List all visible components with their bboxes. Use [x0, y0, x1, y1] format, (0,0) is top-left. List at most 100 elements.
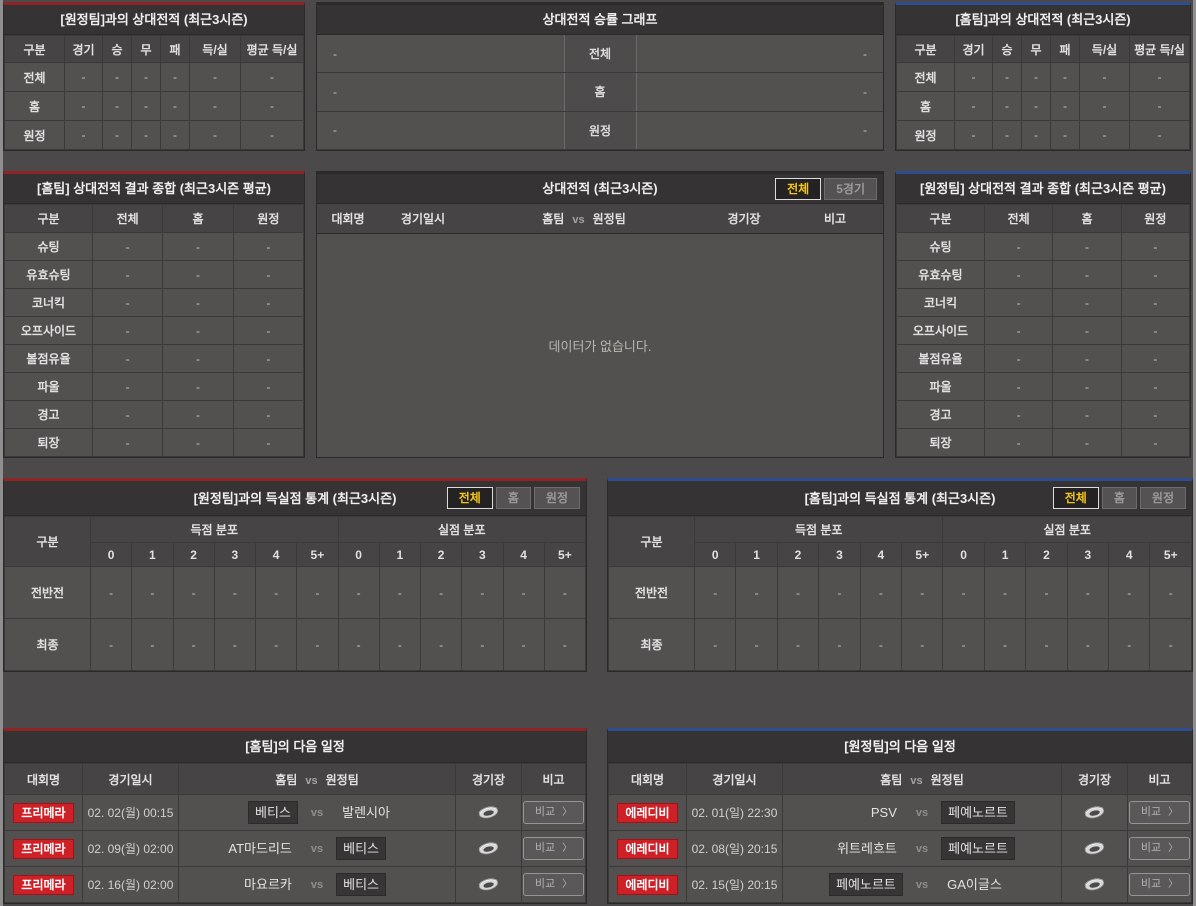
teams-cell: AT마드리드 vs 베티스 [178, 830, 456, 867]
tab-all[interactable]: 전체 [775, 177, 822, 200]
tab-home[interactable]: 홈 [495, 487, 531, 509]
table-row: 홈 - - - - - - [896, 91, 1190, 121]
cell: - [1149, 618, 1192, 671]
stadium-icon[interactable] [1082, 804, 1107, 821]
cell: - [942, 618, 985, 671]
cell: - [189, 91, 241, 121]
stadium-icon[interactable] [476, 804, 501, 821]
cell: - [983, 232, 1054, 261]
home-label: 홈팀 [275, 772, 298, 787]
cell: - [232, 316, 305, 345]
row-label: 경고 [896, 400, 985, 429]
datetime-cell: 02. 02(월) 00:15 [82, 794, 179, 831]
cell: - [1050, 62, 1080, 92]
panel-goals-vs-home: [홈팀]과의 득실점 통계 (최근3시즌) 전체 홈 원정 구분 득점 분포 실… [607, 478, 1193, 672]
tick: 5+ [543, 542, 587, 567]
cell: - [1052, 232, 1122, 261]
page: [원정팀]과의 상대전적 (최근3시즌) 구분 경기 승 무 패 득/실 평균 … [3, 0, 1193, 906]
col-header-teams: 홈팀 vs 원정팀 [467, 210, 701, 227]
cell: - [337, 618, 380, 671]
row-label: 볼점유율 [4, 344, 93, 373]
row-label: 퇴장 [4, 428, 93, 457]
stadium-icon[interactable] [1082, 840, 1107, 857]
cell: - [64, 120, 103, 150]
cell: - [89, 566, 133, 619]
compare-button[interactable]: 비교 〉 [522, 801, 585, 824]
winrate-row: - 원정 - [317, 111, 883, 150]
compare-button[interactable]: 비교 〉 [522, 873, 585, 896]
tick: 2 [172, 542, 215, 567]
cell: - [983, 428, 1054, 457]
panel-title: [원정팀]과의 득실점 통계 (최근3시즌) 전체 홈 원정 [4, 481, 586, 516]
panel-title-text: [원정팀]과의 득실점 통계 (최근3시즌) [193, 491, 397, 506]
summary-away-table: 구분 전체 홈 원정 슈팅 - - - 유효슈팅 - - - 코너킥 - - -… [896, 204, 1191, 457]
h2h-home-table: 구분 경기 승 무 패 득/실 평균 득/실 전체 - - - - - - 홈 … [896, 35, 1190, 150]
schedule-row: 에레디비 02. 08(일) 20:15 위트레흐트 vs 페예노르트 비교 〉 [608, 830, 1192, 867]
col-header-stadium: 경기장 [727, 212, 761, 226]
cell: - [543, 618, 587, 671]
tab-all[interactable]: 전체 [446, 487, 493, 509]
cell: - [89, 618, 133, 671]
col-header: 구분 [4, 204, 93, 233]
header-row: 대회명 경기일시 홈팀 vs 원정팀 경기장 비고 [4, 763, 586, 795]
cell: - [91, 428, 164, 457]
tab-home[interactable]: 홈 [1101, 487, 1137, 509]
cell: - [131, 618, 174, 671]
compare-label: 비교 [534, 806, 556, 819]
tab-away[interactable]: 원정 [1139, 487, 1186, 509]
col-header: 승 [102, 35, 132, 63]
tick: 4 [502, 542, 545, 567]
cell: - [160, 91, 190, 121]
tab-5games[interactable]: 5경기 [824, 177, 877, 200]
compare-label: 비교 [534, 878, 556, 891]
vs-label: vs [305, 774, 318, 787]
cell: - [1021, 62, 1051, 92]
datetime-cell: 02. 01(일) 22:30 [686, 794, 783, 831]
table-row: 볼점유율 - - - [896, 344, 1191, 373]
league-cell: 에레디비 [608, 866, 687, 903]
header-row: 구분 경기 승 무 패 득/실 평균 득/실 [4, 35, 304, 63]
tab-away[interactable]: 원정 [533, 487, 580, 509]
tick: 3 [1066, 542, 1110, 567]
tab-all[interactable]: 전체 [1052, 487, 1099, 509]
cell: - [172, 618, 215, 671]
col-header-conceded: 실점 분포 [337, 516, 586, 543]
cell: - [954, 120, 993, 150]
row-label: 원정 [4, 120, 65, 150]
cell: - [254, 566, 298, 619]
row-label: 파울 [4, 372, 93, 401]
row-label: 볼점유율 [896, 344, 985, 373]
compare-button[interactable]: 비교 〉 [1128, 837, 1191, 860]
vs-label: vs [572, 214, 585, 226]
compare-button[interactable]: 비교 〉 [522, 837, 585, 860]
row-head-to-head: [원정팀]과의 상대전적 (최근3시즌) 구분 경기 승 무 패 득/실 평균 … [3, 2, 1193, 151]
col-header: 원정 [232, 204, 305, 233]
value: - [863, 46, 867, 61]
cell: - [91, 260, 164, 289]
row-label: 코너킥 [4, 288, 93, 317]
table-row: 유효슈팅 - - - [4, 260, 305, 289]
stadium-icon[interactable] [476, 840, 501, 857]
compare-button[interactable]: 비교 〉 [1128, 801, 1191, 824]
chevron-right-icon: 〉 [1168, 842, 1179, 854]
home-team-name: AT마드리드 [228, 840, 292, 856]
row-label: 파울 [896, 372, 985, 401]
table-row: 유효슈팅 - - - [896, 260, 1191, 289]
cell: - [1025, 566, 1068, 619]
header-row: 대회명 경기일시 홈팀 vs 원정팀 경기장 비고 [608, 763, 1192, 795]
tick: 4 [859, 542, 903, 567]
cell: - [240, 62, 304, 92]
cell: - [232, 400, 305, 429]
col-header: 득/실 [1079, 35, 1130, 63]
winrate-right-value: - [636, 35, 883, 73]
league-cell: 에레디비 [608, 830, 687, 867]
tick: 3 [213, 542, 257, 567]
h2h-away-table: 구분 경기 승 무 패 득/실 평균 득/실 전체 - - - - - - 홈 … [4, 35, 304, 150]
stadium-icon[interactable] [1082, 876, 1107, 893]
compare-button[interactable]: 비교 〉 [1128, 873, 1191, 896]
tick: 1 [735, 542, 778, 567]
row-label: 홈 [896, 91, 955, 121]
vs-label: vs [310, 878, 324, 891]
stadium-icon[interactable] [476, 876, 501, 893]
col-header-stadium: 경기장 [1061, 763, 1128, 795]
